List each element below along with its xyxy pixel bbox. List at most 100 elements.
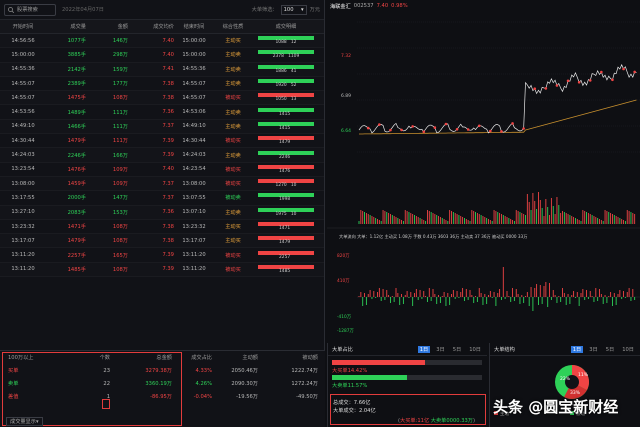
summary-panel: 100万以上 个数 总金额 成交占比 主动额 被动额 买单 23 3279.38… [0,350,325,427]
cell-avg-price: 7.41 [162,66,174,73]
tab-1day[interactable]: 1日 [417,345,431,353]
summary-passive: 1272.24万 [291,381,318,387]
footnote-sell: 大卖单0000.33万 [430,418,473,424]
cell-avg-price: 7.39 [162,152,174,159]
trade-marker [544,87,548,90]
filter-value: 100 [283,6,294,13]
table-row[interactable]: 14:55:36 2142手 159万 7.41 14:55:36 主动卖 18… [0,62,324,77]
detail-bar: 1270 10 [258,179,314,188]
tab-10day[interactable]: 10日 [467,346,483,353]
cell-nature: 主动卖 [225,152,241,159]
cell-volume: 2246手 [67,152,86,159]
table-row[interactable]: 13:11:20 2257手 165万 7.39 13:11:20 被动买 22… [0,248,324,263]
table-row[interactable]: 13:23:54 1476手 109万 7.40 14:23:54 被动买 14… [0,163,324,177]
table-row[interactable]: 14:55:07 1475手 108万 7.38 14:55:07 被动买 10… [0,91,324,106]
detail-bar: 1479 [258,236,314,245]
cell-nature: 主动卖 [225,52,241,59]
tab-5day[interactable]: 5日 [451,346,464,353]
cell-avg-price: 7.38 [162,223,174,230]
summary-passive: 1222.74万 [291,368,318,374]
table-row[interactable]: 14:49:10 1466手 111万 7.37 14:49:10 主动卖 14… [0,119,324,135]
tab-struct-1day[interactable]: 1日 [570,345,584,353]
summary-passive: -49.50万 [296,394,318,400]
table-row[interactable]: 15:00:00 3885手 298万 7.40 15:00:00 主动卖 23… [0,48,324,63]
ratio-panel-header: 大单占比 1日 3日 5日 10日 [328,343,487,356]
search-icon [8,6,14,13]
volume-display-button[interactable]: 成交量显示 ▾ [6,417,43,426]
cell-volume: 2000手 [67,195,86,202]
trade-marker [522,127,525,130]
cell-avg-price: 7.38 [162,237,174,244]
cell-volume: 1479手 [67,138,86,145]
date-label[interactable]: 2022年04月07日 [62,6,104,13]
cell-end-time: 13:17:07 [182,237,206,244]
cell-detail: 1998 [252,193,320,202]
detail-bar: 1415 [258,107,314,117]
cell-detail: 1050 13 [252,93,320,102]
cell-detail: 1088 12 [252,36,320,45]
highlight-box-small [102,399,110,409]
cell-volume: 2142手 [67,66,86,73]
cell-start-time: 13:23:54 [11,166,35,173]
structure-panel-header: 大单结构 1日 3日 5日 10日 [490,343,640,356]
detail-left: 1920 [275,83,287,89]
cell-amount: 298万 [112,52,128,59]
intraday-chart[interactable]: 7.32 6.89 6.64 大单流向 大单：1.12亿 主动买 1.08万 手数 0… [327,12,640,340]
trade-marker [489,129,492,133]
table-row[interactable]: 13:23:32 1471手 108万 7.38 13:23:32 主动买 14… [0,220,324,235]
summary-active: 2090.30万 [231,381,258,387]
filter-select[interactable]: 100 ▾ [280,4,307,15]
col-volume[interactable]: 成交量 [46,23,86,30]
detail-left: 2246 [279,154,291,160]
detail-bar: 1998 [258,193,314,202]
table-row[interactable]: 13:27:10 2083手 153万 7.36 13:07:10 主动卖 19… [0,205,324,220]
table-row[interactable]: 14:56:56 1077手 146万 7.40 15:00:00 主动买 10… [0,34,324,49]
cell-start-time: 13:11:20 [11,252,35,259]
table-row[interactable]: 14:24:03 2246手 166万 7.39 14:24:03 主动卖 22… [0,148,324,163]
table-row[interactable]: 13:08:00 1459手 109万 7.37 13:08:00 被动买 12… [0,176,324,192]
detail-left: 1476 [279,168,291,174]
cell-start-time: 14:55:36 [11,66,35,73]
table-row[interactable]: 14:55:07 2389手 177万 7.38 14:55:07 主动卖 19… [0,77,324,92]
cell-detail: 2378 1109 [252,50,320,59]
col-end-time[interactable]: 结束时间 [174,23,214,30]
cell-nature: 主动卖 [225,81,241,88]
table-row[interactable]: 14:30:44 1479手 111万 7.39 14:30:44 被动买 14… [0,134,324,149]
cell-start-time: 13:17:55 [11,194,35,201]
cell-nature: 被动买 [225,181,241,188]
chart-area: 海联金汇 002537 7.40 0.98% 7.32 6.89 6.64 大单流向 … [327,0,640,340]
cell-detail: 1975 10 [252,207,320,217]
cell-detail: 1479 [252,136,320,145]
detail-left: 1479 [279,240,291,246]
cell-end-time: 13:08:00 [182,180,206,187]
trade-marker [411,125,414,128]
tab-struct-5day[interactable]: 5日 [604,346,617,353]
cell-volume: 2257手 [67,252,86,259]
tab-struct-3day[interactable]: 3日 [587,346,600,353]
col-nature[interactable]: 综合性质 [214,23,252,30]
ratio-panel-title: 大单占比 [332,346,353,353]
col-avg-price[interactable]: 成交均价 [128,23,174,30]
col-start-time[interactable]: 开始时间 [0,23,46,30]
cell-detail: 1415 [252,107,320,117]
detail-right: 10 [290,211,297,217]
detail-bar: 1476 [258,164,314,174]
detail-left: 1998 [279,197,291,203]
cell-volume: 2389手 [67,81,86,88]
tab-struct-10day[interactable]: 10日 [620,346,636,353]
cell-nature: 主动卖 [225,209,241,216]
table-row[interactable]: 13:17:07 1479手 108万 7.38 13:17:07 主动买 14… [0,234,324,249]
trade-marker [566,79,570,83]
col-amount[interactable]: 金额 [86,23,128,30]
table-row[interactable]: 14:53:56 1489手 111万 7.36 14:53:06 主动卖 14… [0,105,324,120]
tab-3day[interactable]: 3日 [434,346,447,353]
table-row[interactable]: 13:17:55 2000手 147万 7.37 13:07:55 被动卖 19… [0,191,324,206]
search-input[interactable]: 股票搜索 [4,3,56,16]
cell-avg-price: 7.37 [162,194,174,201]
col-detail[interactable]: 成交明细 [252,23,320,30]
cell-amount: 159万 [112,66,128,73]
cell-nature: 主动卖 [225,109,241,116]
table-row[interactable]: 13:11:20 1485手 108万 7.39 13:11:20 被动买 14… [0,262,324,278]
trade-marker [466,128,470,131]
cell-end-time: 14:53:06 [182,109,206,116]
